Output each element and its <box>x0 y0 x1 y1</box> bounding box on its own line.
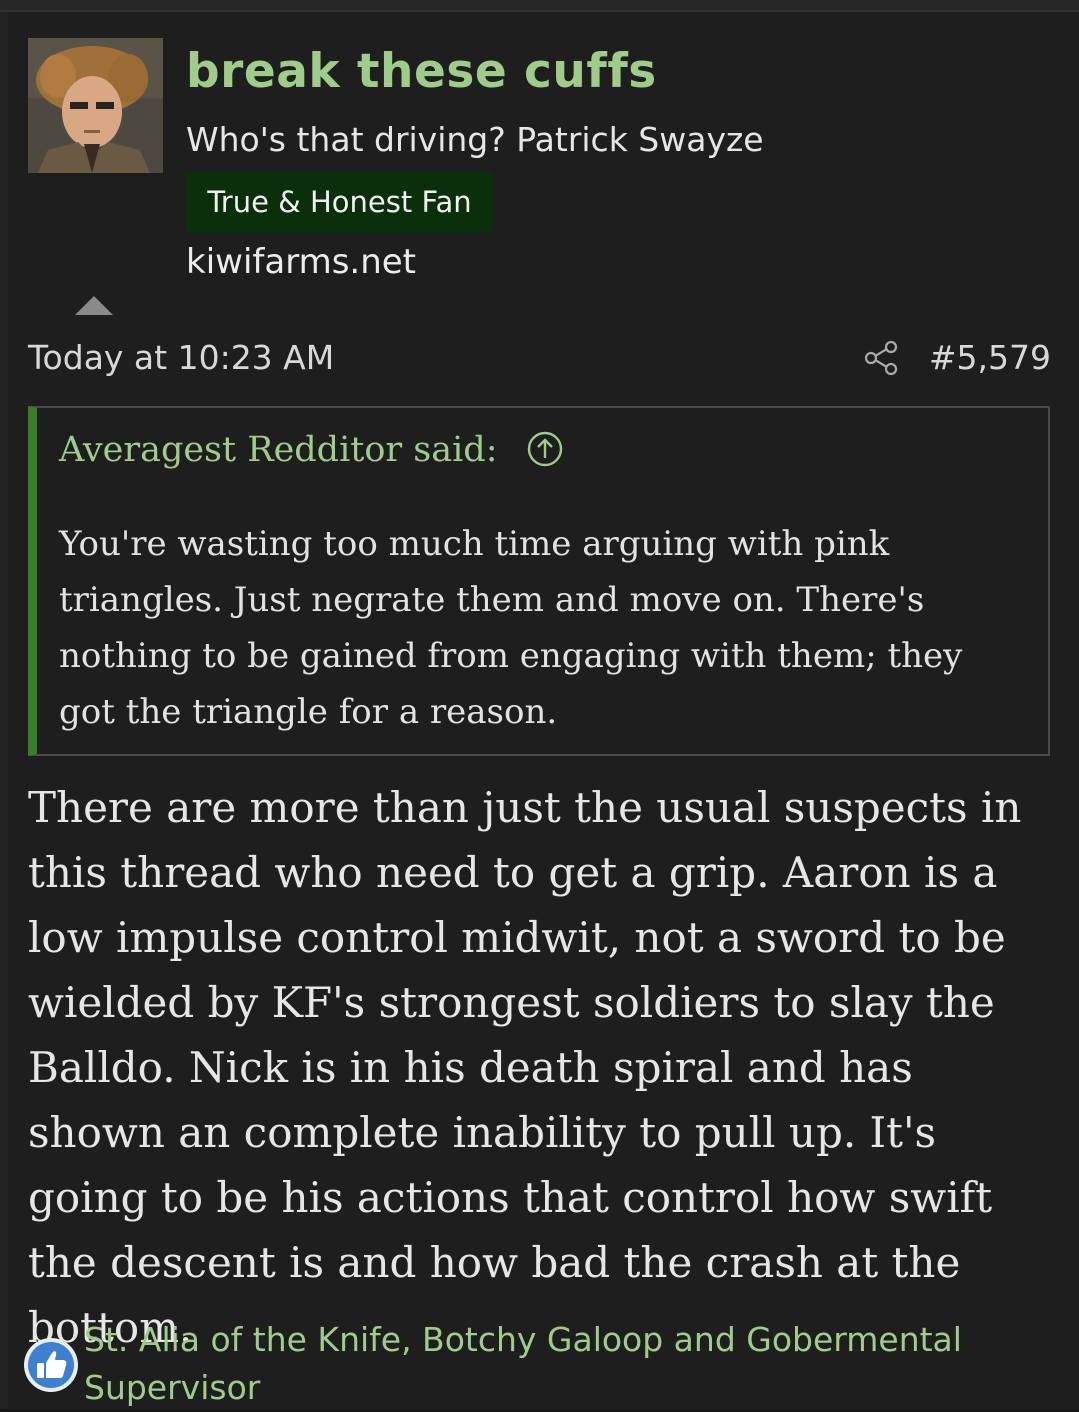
quote-block: Averagest Redditor said: You're wasting … <box>28 406 1050 756</box>
username[interactable]: break these cuffs <box>186 44 657 99</box>
post-timestamp[interactable]: Today at 10:23 AM <box>28 338 334 377</box>
post-container: break these cuffs Who's that driving? Pa… <box>0 0 1079 1409</box>
quote-text: You're wasting too much time arguing wit… <box>59 524 963 732</box>
jump-to-quote-icon[interactable] <box>527 431 563 467</box>
top-divider <box>0 0 1079 12</box>
collapse-caret-icon[interactable] <box>75 296 113 315</box>
reaction-users[interactable]: St. Alia of the Knife, Botchy Galoop and… <box>84 1316 1044 1412</box>
post-body: There are more than just the usual suspe… <box>28 783 1022 1352</box>
thumbs-up-icon[interactable] <box>22 1336 80 1394</box>
quote-attribution[interactable]: Averagest Redditor said: <box>59 430 498 470</box>
left-rail <box>0 12 8 1409</box>
post-number-link[interactable]: #5,579 <box>929 338 1051 377</box>
user-site: kiwifarms.net <box>186 242 417 282</box>
share-icon[interactable] <box>862 339 900 377</box>
user-title: Who's that driving? Patrick Swayze <box>186 120 764 159</box>
avatar[interactable] <box>28 38 163 173</box>
quote-attribution-row: Averagest Redditor said: <box>59 430 563 470</box>
avatar-image <box>28 38 163 173</box>
user-badge: True & Honest Fan <box>186 172 493 233</box>
